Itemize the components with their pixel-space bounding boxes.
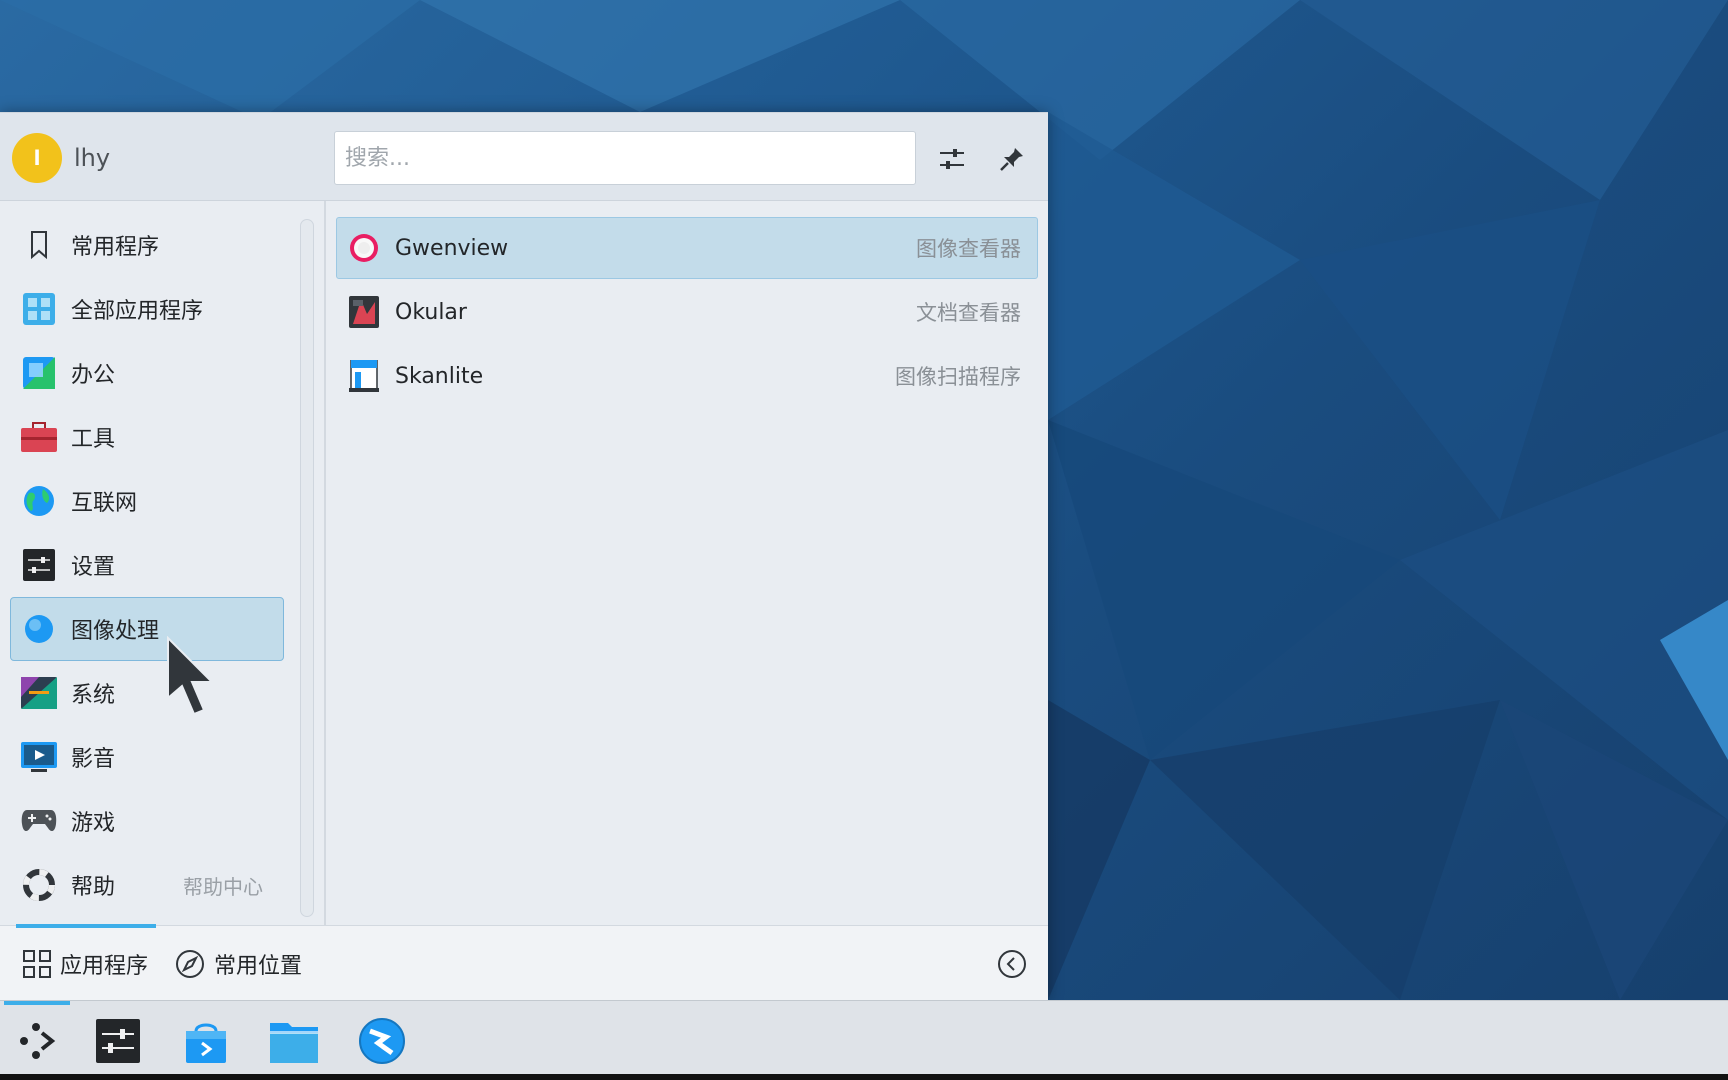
category-games[interactable]: 游戏	[10, 789, 284, 853]
system-settings-icon	[96, 1019, 140, 1063]
globe-icon	[21, 483, 57, 519]
category-label: 办公	[71, 363, 116, 388]
compass-icon	[176, 950, 204, 978]
app-launcher-icon	[20, 1023, 56, 1059]
app-name: Okular	[395, 299, 467, 325]
system-icon	[21, 675, 57, 711]
category-help[interactable]: 帮助 帮助中心	[10, 853, 284, 917]
graphics-icon	[21, 611, 57, 647]
category-system[interactable]: 系统	[10, 661, 284, 725]
mouse-cursor-icon	[166, 635, 222, 722]
okular-icon	[347, 295, 381, 329]
configure-icon	[940, 149, 964, 169]
configure-button[interactable]	[930, 137, 974, 181]
launcher-header: l lhy	[0, 113, 1048, 201]
app-description: 图像扫描程序	[895, 365, 1021, 389]
category-settings[interactable]: 设置	[10, 533, 284, 597]
app-description: 文档查看器	[916, 301, 1021, 325]
web-browser-icon	[359, 1018, 405, 1064]
grid-apps-icon	[21, 291, 57, 327]
category-graphics[interactable]: 图像处理	[10, 597, 284, 661]
taskbar-discover[interactable]	[178, 1013, 234, 1069]
active-tab-indicator	[16, 924, 156, 928]
app-item-okular[interactable]: Okular 文档查看器	[336, 281, 1038, 343]
category-label: 游戏	[71, 811, 116, 836]
app-name: Gwenview	[395, 235, 509, 261]
category-label: 全部应用程序	[71, 299, 204, 324]
application-launcher: l lhy 常用程序	[0, 112, 1048, 1001]
screen-bottom-edge	[0, 1074, 1728, 1080]
category-all-applications[interactable]: 全部应用程序	[10, 277, 284, 341]
leave-button[interactable]	[996, 948, 1028, 980]
category-label: 互联网	[71, 491, 138, 516]
pin-button[interactable]	[990, 137, 1034, 181]
app-item-skanlite[interactable]: Skanlite 图像扫描程序	[336, 345, 1038, 407]
chevron-left-circle-icon	[998, 950, 1026, 978]
taskbar	[0, 1000, 1728, 1080]
gwenview-icon	[347, 231, 381, 265]
tab-places[interactable]: 常用位置	[174, 946, 302, 982]
bookmark-icon	[21, 227, 57, 263]
user-avatar[interactable]: l	[12, 133, 62, 183]
category-internet[interactable]: 互联网	[10, 469, 284, 533]
discover-store-icon	[186, 1023, 226, 1063]
category-label: 设置	[71, 555, 116, 580]
active-task-indicator	[4, 1001, 70, 1005]
app-name: Skanlite	[395, 363, 484, 389]
user-name: lhy	[74, 144, 111, 172]
category-favorites[interactable]: 常用程序	[10, 213, 284, 277]
dolphin-folder-icon	[270, 1023, 318, 1063]
taskbar-app-launcher[interactable]	[8, 1013, 64, 1069]
category-label: 工具	[71, 427, 116, 452]
category-office[interactable]: 办公	[10, 341, 284, 405]
tab-applications[interactable]: 应用程序	[22, 946, 148, 982]
category-label: 常用程序	[71, 235, 160, 260]
category-description: 帮助中心	[183, 874, 263, 899]
help-lifebuoy-icon	[21, 867, 57, 903]
category-utilities[interactable]: 工具	[10, 405, 284, 469]
taskbar-system-settings[interactable]	[90, 1013, 146, 1069]
gamepad-icon	[21, 803, 57, 839]
skanlite-icon	[347, 359, 381, 393]
category-label: 影音	[71, 747, 116, 772]
pin-icon	[1000, 148, 1023, 171]
tab-label: 应用程序	[60, 954, 149, 979]
category-label: 帮助	[71, 875, 116, 900]
category-label: 图像处理	[71, 619, 160, 644]
multimedia-icon	[21, 739, 57, 775]
taskbar-dolphin[interactable]	[266, 1013, 322, 1069]
launcher-footer: 应用程序 常用位置	[0, 924, 1048, 1001]
tab-label: 常用位置	[214, 954, 303, 979]
category-multimedia[interactable]: 影音	[10, 725, 284, 789]
applications-grid-icon	[23, 950, 51, 978]
toolbox-icon	[21, 419, 57, 455]
category-scrollbar[interactable]	[300, 219, 314, 917]
app-description: 图像查看器	[916, 237, 1021, 261]
taskbar-web-browser[interactable]	[354, 1013, 410, 1069]
category-sidebar: 常用程序 全部应用程序 办公 工具 互联网 设置 图像处理 系统 影音 游戏 帮…	[0, 201, 322, 925]
settings-icon	[21, 547, 57, 583]
search-input[interactable]	[334, 131, 916, 185]
app-item-gwenview[interactable]: Gwenview 图像查看器	[336, 217, 1038, 279]
application-list: Gwenview 图像查看器 Okular 文档查看器 Skanlite 图像扫…	[326, 201, 1048, 925]
office-icon	[21, 355, 57, 391]
category-label: 系统	[71, 683, 116, 708]
